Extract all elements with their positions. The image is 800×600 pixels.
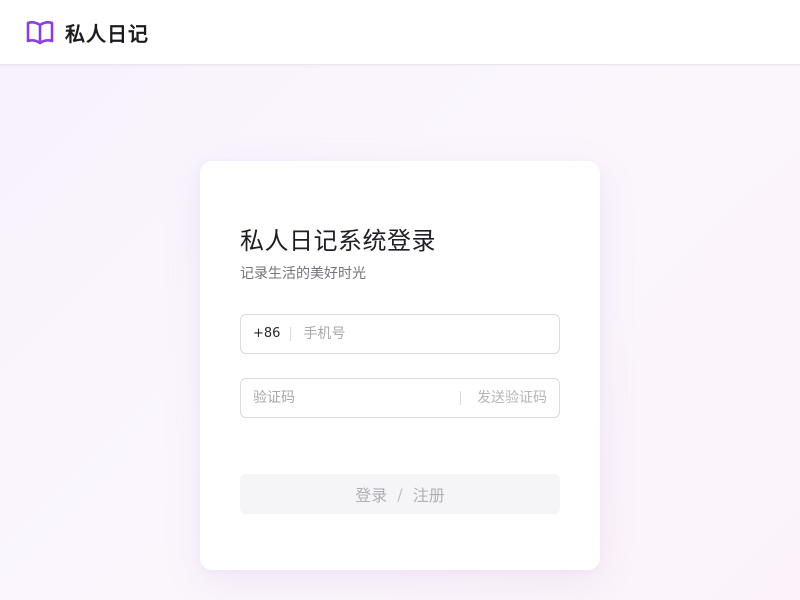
label-separator: / [397,484,403,504]
app-name: 私人日记 [65,21,149,46]
verification-code-field: 发送验证码 [240,378,560,418]
phone-input[interactable] [291,315,559,353]
login-card: 私人日记系统登录 记录生活的美好时光 +86 发送验证码 登录 / 注册 [200,161,600,570]
login-subtitle: 记录生活的美好时光 [240,266,366,282]
book-open-icon [25,17,55,47]
country-code-prefix[interactable]: +86 [241,327,292,341]
phone-field: +86 [240,314,560,354]
top-header: 私人日记 [0,0,800,65]
login-title: 私人日记系统登录 [240,227,436,255]
send-code-button[interactable]: 发送验证码 [460,391,559,405]
verification-code-input[interactable] [241,379,460,417]
register-label: 注册 [412,486,445,505]
login-register-button[interactable]: 登录 / 注册 [240,474,560,514]
login-label: 登录 [355,486,388,505]
